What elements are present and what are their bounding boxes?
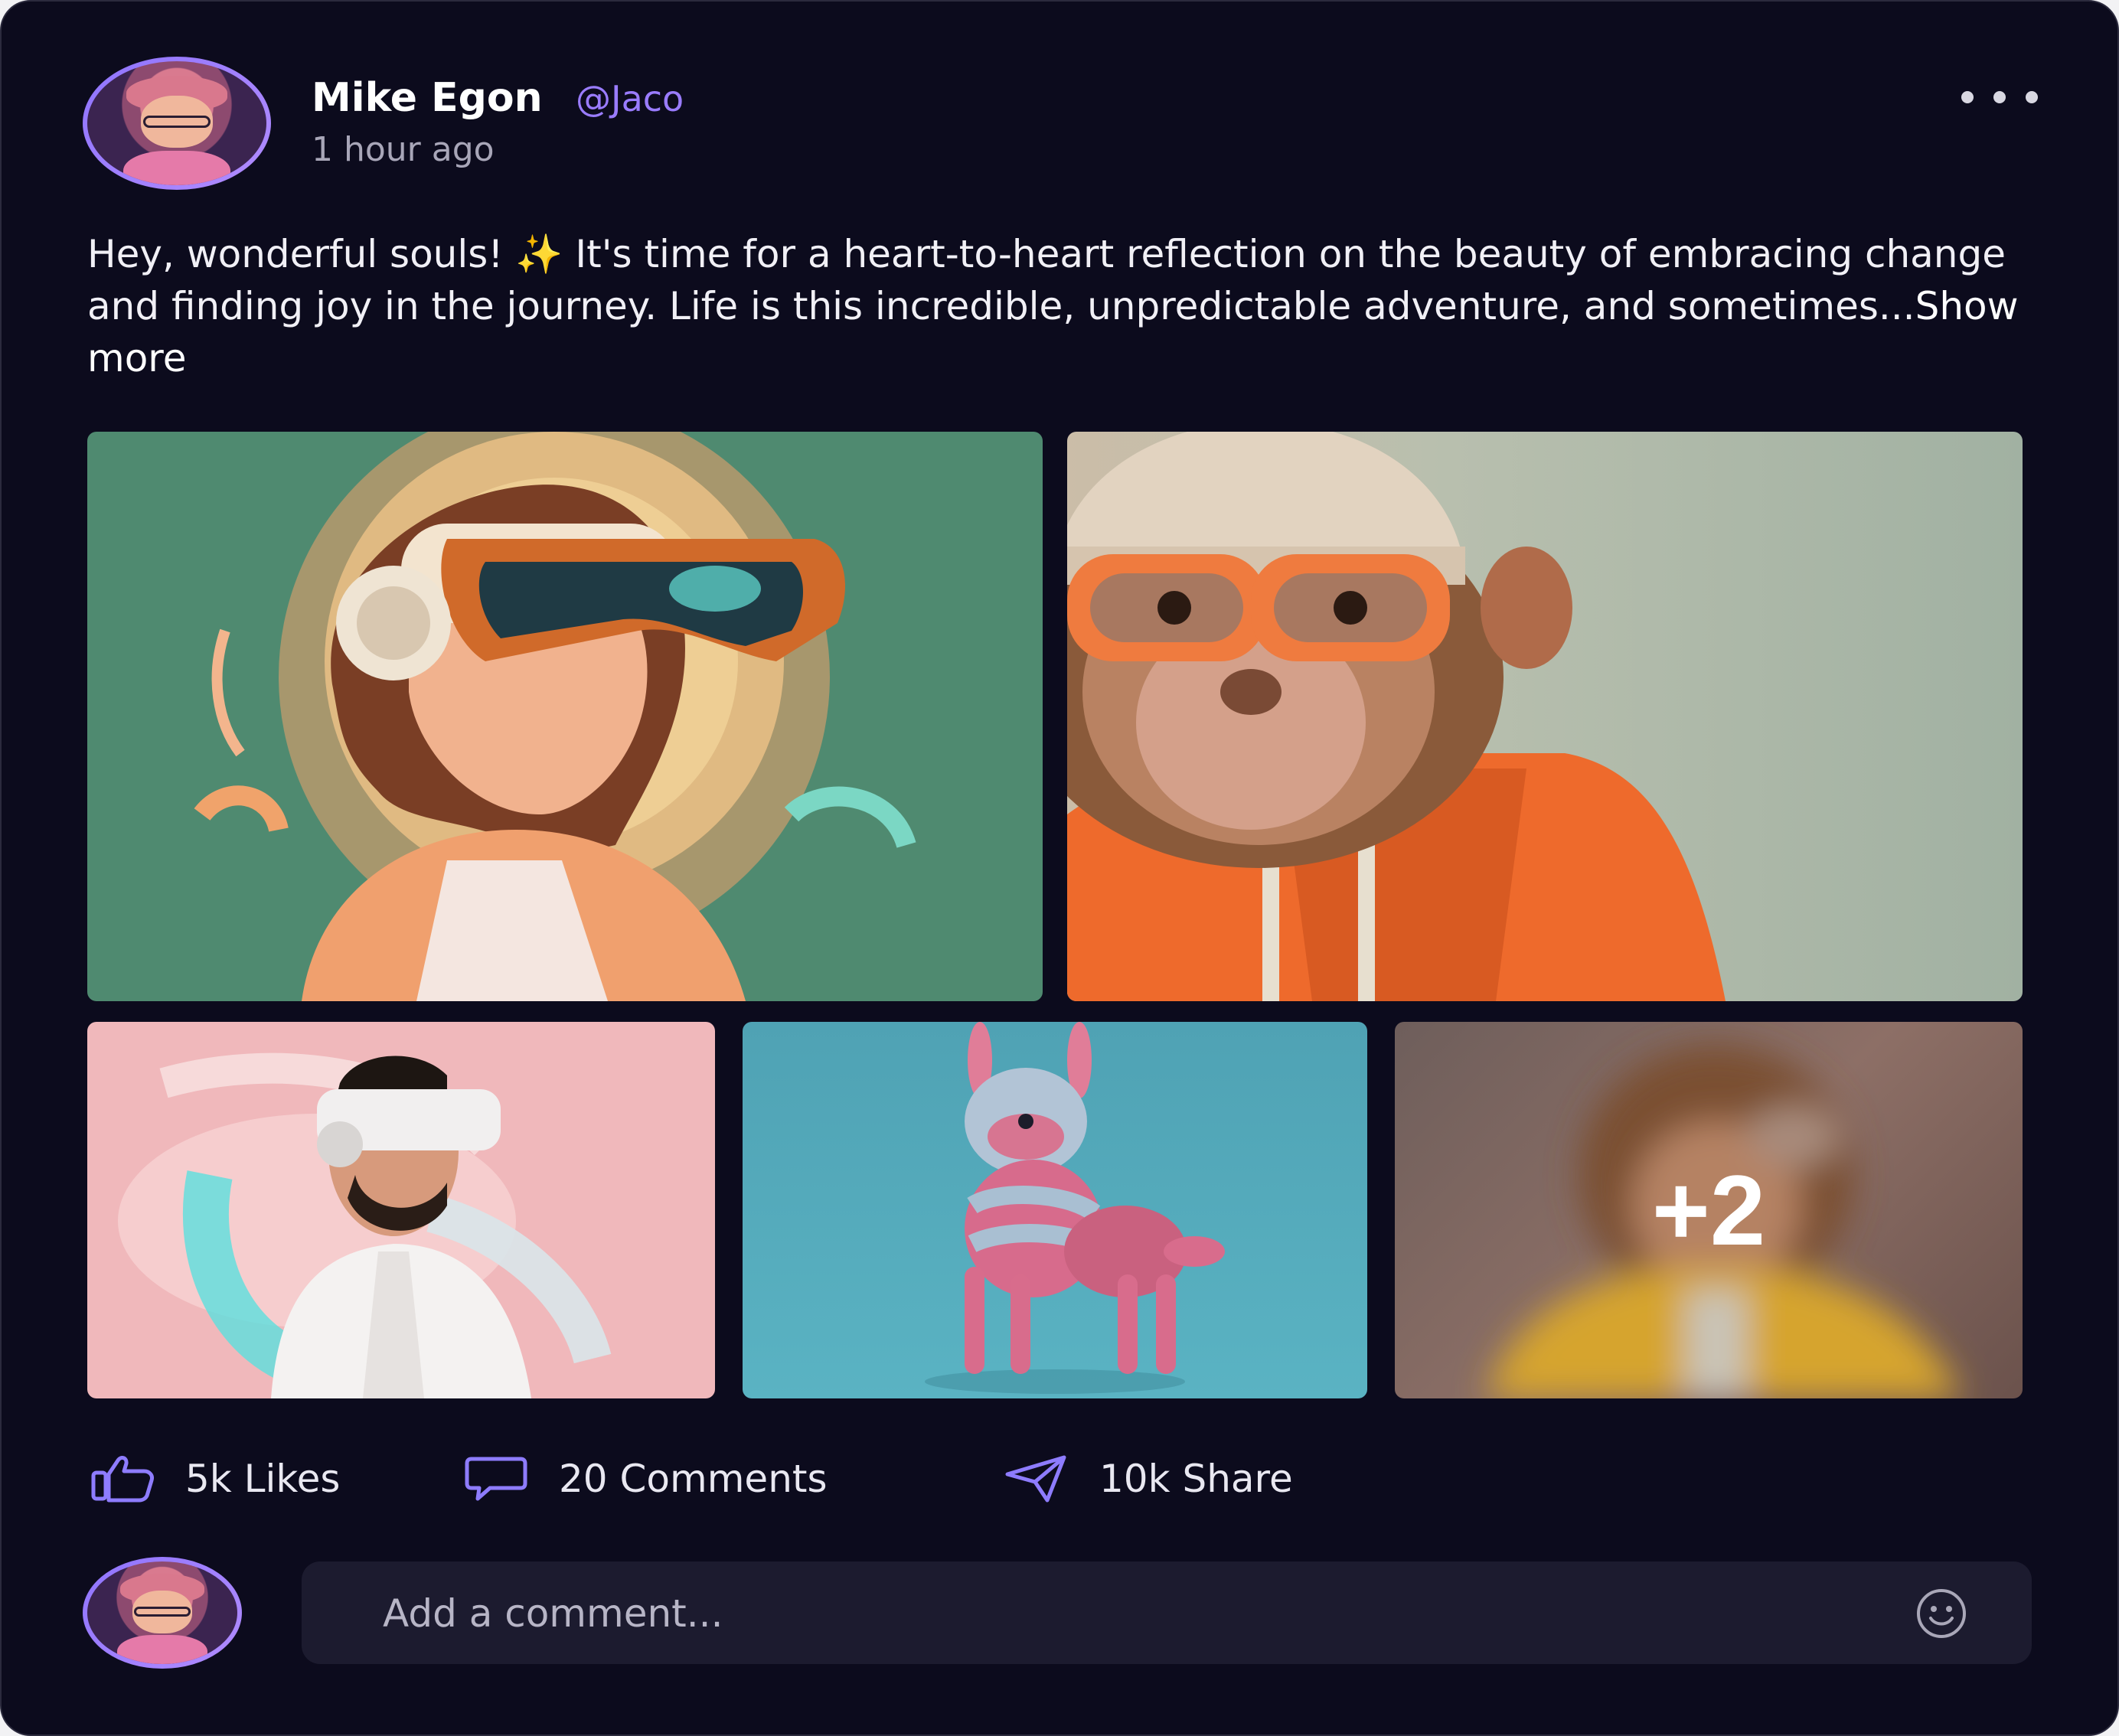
likes-count: 5k Likes xyxy=(185,1457,341,1501)
author-avatar[interactable] xyxy=(83,57,271,190)
avatar-image xyxy=(87,1561,237,1664)
post-image-4[interactable] xyxy=(743,1022,1367,1398)
post-image-1[interactable] xyxy=(87,432,1043,1001)
share-count: 10k Share xyxy=(1099,1457,1293,1501)
comments-count: 20 Comments xyxy=(559,1457,828,1501)
comment-button[interactable]: 20 Comments xyxy=(464,1448,828,1509)
comment-box xyxy=(302,1561,2032,1666)
post-image-5[interactable]: +2 xyxy=(1395,1022,2023,1398)
comment-input[interactable] xyxy=(381,1561,1839,1666)
smiley-icon[interactable] xyxy=(1915,1588,1967,1640)
chat-bubble-icon xyxy=(465,1457,527,1501)
post-body: Hey, wonderful souls! ✨ It's time for a … xyxy=(87,228,2047,384)
post-card: Mike Egon @Jaco 1 hour ago Hey, wonderfu… xyxy=(0,0,2119,1736)
send-icon xyxy=(1005,1455,1066,1503)
like-button[interactable]: 5k Likes xyxy=(90,1448,340,1509)
thumbs-up-icon xyxy=(91,1456,154,1503)
post-image-3[interactable] xyxy=(87,1022,715,1398)
avatar-image xyxy=(87,61,266,185)
share-button[interactable]: 10k Share xyxy=(1004,1448,1293,1509)
post-image-2[interactable] xyxy=(1067,432,2023,1001)
more-options-icon[interactable] xyxy=(1961,86,2038,109)
author-handle[interactable]: @Jaco xyxy=(576,78,684,119)
author-name[interactable]: Mike Egon xyxy=(312,75,543,121)
extra-images-count[interactable]: +2 xyxy=(1395,1022,2023,1398)
post-timestamp: 1 hour ago xyxy=(312,130,495,169)
current-user-avatar[interactable] xyxy=(83,1557,242,1669)
post-text: Hey, wonderful souls! ✨ It's time for a … xyxy=(87,232,2006,328)
